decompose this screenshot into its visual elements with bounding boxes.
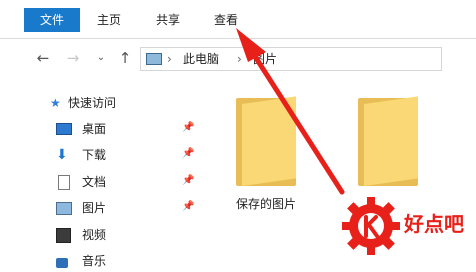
breadcrumb-pictures[interactable]: 图片: [253, 50, 277, 68]
back-arrow-icon[interactable]: ←: [34, 48, 52, 68]
computer-icon: [146, 53, 162, 65]
up-arrow-icon[interactable]: ↑: [116, 48, 134, 68]
address-bar[interactable]: › 此电脑 › 图片: [140, 47, 442, 71]
sidebar-item-desktop[interactable]: 桌面 📌: [56, 118, 196, 140]
folder-saved-pictures[interactable]: [236, 96, 296, 188]
pictures-icon: [56, 202, 72, 215]
pin-icon[interactable]: 📌: [182, 201, 194, 212]
sidebar-item-label: 桌面: [82, 122, 107, 136]
ribbon-divider: [0, 38, 476, 39]
breadcrumb-this-pc[interactable]: 此电脑: [183, 50, 219, 68]
folder-front-panel: [364, 96, 418, 186]
sidebar-item-label: 视频: [82, 228, 107, 242]
tab-home[interactable]: 主页: [97, 8, 121, 32]
tab-view[interactable]: 查看: [214, 8, 238, 32]
sidebar-item-videos[interactable]: 视频: [56, 224, 196, 246]
sidebar-item-pictures[interactable]: 图片 📌: [56, 197, 196, 219]
documents-icon: [58, 175, 70, 190]
navigation-pane: ★ 快速访问 桌面 📌 ⬇ 下载 📌 文档 📌 图片 📌 视频 音乐: [0, 84, 200, 268]
tab-file[interactable]: 文件: [24, 8, 80, 32]
sidebar-item-documents[interactable]: 文档 📌: [56, 171, 196, 193]
pin-icon[interactable]: 📌: [182, 175, 194, 186]
sidebar-item-music[interactable]: 音乐: [56, 250, 196, 272]
music-icon: [56, 258, 68, 268]
sidebar-item-label: 图片: [82, 201, 107, 215]
sidebar-item-quick-access[interactable]: ★ 快速访问: [50, 92, 190, 114]
folder-label: 保存的图片: [236, 197, 297, 211]
folder-second[interactable]: [358, 96, 418, 188]
pin-icon[interactable]: 📌: [182, 148, 194, 159]
sidebar-item-label: 快速访问: [68, 96, 117, 110]
watermark-logo-icon: [342, 197, 400, 255]
breadcrumb-separator-icon[interactable]: ›: [167, 50, 172, 68]
ribbon: 文件 主页 共享 查看: [0, 0, 476, 38]
desktop-icon: [56, 123, 72, 135]
download-icon: ⬇: [56, 147, 68, 163]
tab-share[interactable]: 共享: [156, 8, 180, 32]
sidebar-item-label: 文档: [82, 175, 107, 189]
sidebar-item-label: 音乐: [82, 254, 107, 268]
sidebar-item-downloads[interactable]: ⬇ 下载 📌: [56, 144, 196, 166]
recent-locations-chevron-icon[interactable]: ⌄: [92, 48, 110, 68]
videos-icon: [56, 228, 71, 243]
navigation-bar: ← → ⌄ ↑ › 此电脑 › 图片: [0, 44, 476, 74]
folder-front-panel: [242, 96, 296, 186]
pin-icon[interactable]: 📌: [182, 122, 194, 133]
star-icon: ★: [50, 96, 61, 110]
breadcrumb-separator-icon[interactable]: ›: [237, 50, 242, 68]
forward-arrow-icon[interactable]: →: [64, 48, 82, 68]
sidebar-item-label: 下载: [82, 148, 107, 162]
watermark-text: 好点吧: [404, 212, 464, 236]
